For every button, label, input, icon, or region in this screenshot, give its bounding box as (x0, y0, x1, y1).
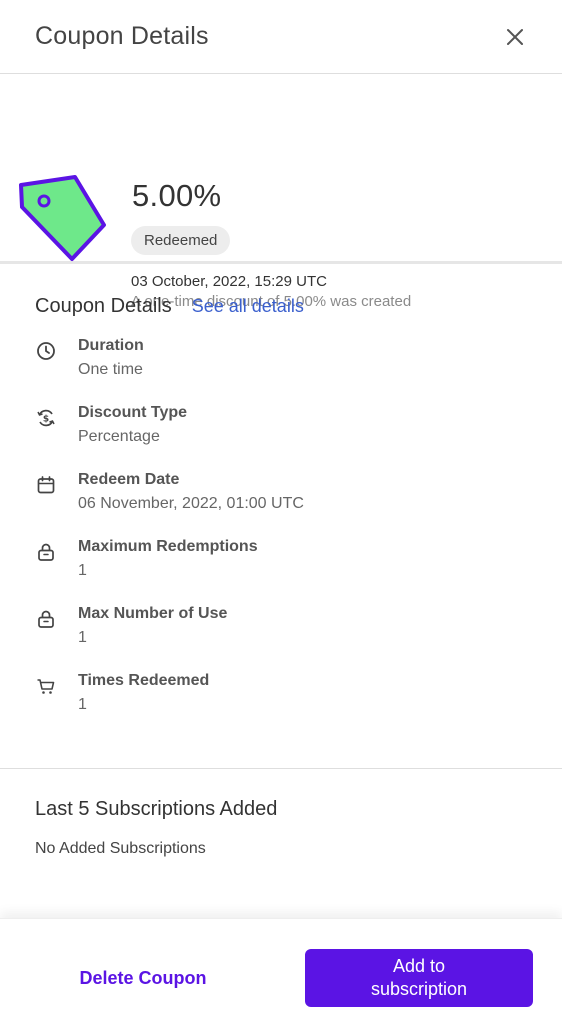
detail-value: 1 (78, 629, 87, 646)
detail-label: Maximum Redemptions (78, 538, 258, 555)
calendar-icon (35, 474, 57, 496)
panel-title: Coupon Details (35, 22, 209, 50)
detail-value: One time (78, 361, 143, 378)
coupon-amount: 5.00% (132, 178, 222, 213)
add-to-subscription-button[interactable]: Add to subscription (305, 949, 533, 1007)
detail-max-number-of-use: Max Number of Use 1 (35, 605, 535, 655)
detail-redeem-date: Redeem Date 06 November, 2022, 01:00 UTC (35, 471, 535, 521)
panel-header: Coupon Details (0, 0, 562, 74)
detail-value: 06 November, 2022, 01:00 UTC (78, 495, 304, 512)
detail-discount-type: $ Discount Type Percentage (35, 404, 535, 454)
subscriptions-section: Last 5 Subscriptions Added No Added Subs… (0, 770, 562, 918)
detail-value: 1 (78, 696, 87, 713)
coupon-details-section: Coupon Details See all details Duration … (0, 267, 562, 769)
close-icon (507, 28, 523, 45)
detail-duration: Duration One time (35, 337, 535, 387)
detail-label: Redeem Date (78, 471, 180, 488)
close-button[interactable] (503, 25, 527, 49)
svg-text:$: $ (43, 415, 49, 425)
see-all-details-link[interactable]: See all details (192, 296, 304, 317)
detail-label: Duration (78, 337, 144, 354)
detail-maximum-redemptions: Maximum Redemptions 1 (35, 538, 535, 588)
lock-icon (35, 608, 57, 630)
lock-icon (35, 541, 57, 563)
clock-icon (35, 340, 57, 362)
detail-label: Max Number of Use (78, 605, 228, 622)
detail-label: Times Redeemed (78, 672, 210, 689)
details-title: Coupon Details (35, 295, 172, 317)
footer-actions: Delete Coupon Add to subscription (0, 918, 562, 1024)
delete-coupon-button[interactable]: Delete Coupon (55, 949, 231, 1007)
status-badge: Redeemed (131, 226, 231, 255)
add-to-subscription-label: Add to subscription (370, 956, 468, 999)
cart-icon (35, 675, 57, 697)
details-header: Coupon Details See all details (35, 295, 304, 318)
subscriptions-title: Last 5 Subscriptions Added (35, 798, 278, 820)
detail-times-redeemed: Times Redeemed 1 (35, 672, 535, 722)
detail-value: Percentage (78, 428, 160, 445)
detail-label: Discount Type (78, 404, 188, 421)
discount-cycle-icon: $ (35, 407, 57, 429)
subscriptions-empty-text: No Added Subscriptions (35, 840, 206, 857)
detail-value: 1 (78, 562, 87, 579)
coupon-summary: 5.00% Redeemed 03 October, 2022, 15:29 U… (0, 74, 562, 310)
price-tag-icon (19, 175, 106, 261)
